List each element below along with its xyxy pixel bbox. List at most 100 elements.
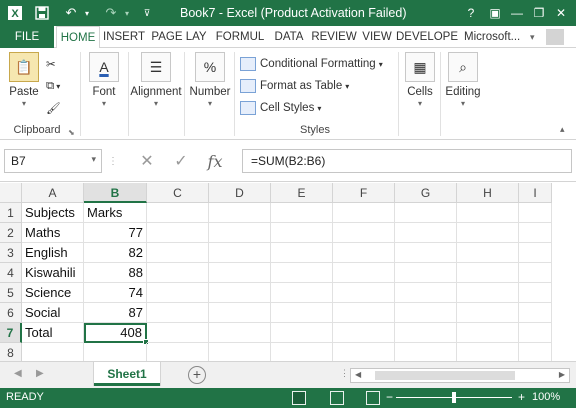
cell-g7[interactable] [395, 323, 457, 343]
cell-g2[interactable] [395, 223, 457, 243]
cell-h2[interactable] [457, 223, 519, 243]
cell-b6[interactable]: 87 [84, 303, 147, 323]
horizontal-scrollbar[interactable]: ◀ ▶ [350, 368, 570, 383]
cell-g1[interactable] [395, 203, 457, 223]
cell-a3[interactable]: English [22, 243, 84, 263]
tab-review[interactable]: REVIEW [310, 26, 358, 48]
cell-c6[interactable] [147, 303, 209, 323]
account-dropdown-icon[interactable]: ▾ [530, 26, 535, 48]
cell-d8[interactable] [209, 343, 271, 361]
page-break-view-icon[interactable] [366, 391, 380, 405]
editing-button[interactable]: ⌕ Editing ▾ [442, 52, 484, 108]
cell-i7[interactable] [519, 323, 552, 343]
cell-b2[interactable]: 77 [84, 223, 147, 243]
cell-d1[interactable] [209, 203, 271, 223]
cell-a7[interactable]: Total [22, 323, 84, 343]
row-header-3[interactable]: 3 [0, 243, 22, 263]
cell-h8[interactable] [457, 343, 519, 361]
cell-c5[interactable] [147, 283, 209, 303]
cell-d3[interactable] [209, 243, 271, 263]
cell-h1[interactable] [457, 203, 519, 223]
tab-data[interactable]: DATA [270, 26, 308, 48]
cell-g6[interactable] [395, 303, 457, 323]
zoom-in-button[interactable]: + [518, 390, 525, 404]
cell-c4[interactable] [147, 263, 209, 283]
row-header-1[interactable]: 1 [0, 203, 22, 223]
cell-b3[interactable]: 82 [84, 243, 147, 263]
cell-a1[interactable]: Subjects [22, 203, 84, 223]
cell-e8[interactable] [271, 343, 333, 361]
name-box[interactable]: B7 ▾ [4, 149, 102, 173]
ribbon-display-icon[interactable]: ▣ [484, 3, 506, 23]
select-all-corner[interactable] [0, 183, 22, 203]
tab-file[interactable]: FILE [0, 26, 54, 48]
tab-insert[interactable]: INSERT [102, 26, 146, 48]
cut-button[interactable]: ✂ [46, 54, 56, 74]
add-sheet-icon[interactable]: + [188, 366, 206, 384]
cell-f2[interactable] [333, 223, 395, 243]
help-button[interactable]: ? [460, 3, 482, 23]
tab-home[interactable]: HOME [56, 26, 100, 49]
collapse-ribbon-icon[interactable]: ▴ [560, 124, 565, 135]
cell-e5[interactable] [271, 283, 333, 303]
sheet-prev-icon[interactable]: ◀ [14, 368, 22, 379]
column-header-h[interactable]: H [457, 183, 519, 203]
tab-formulas[interactable]: FORMUL [212, 26, 268, 48]
tab-developer[interactable]: DEVELOPE [396, 26, 458, 48]
cell-b4[interactable]: 88 [84, 263, 147, 283]
cell-a6[interactable]: Social [22, 303, 84, 323]
cell-i3[interactable] [519, 243, 552, 263]
row-header-4[interactable]: 4 [0, 263, 22, 283]
cell-i1[interactable] [519, 203, 552, 223]
restore-button[interactable]: ❐ [528, 3, 550, 23]
alignment-button[interactable]: ☰ Alignment ▾ [130, 52, 182, 108]
cell-c1[interactable] [147, 203, 209, 223]
tab-view[interactable]: VIEW [360, 26, 394, 48]
column-header-g[interactable]: G [395, 183, 457, 203]
font-button[interactable]: A Font ▾ [84, 52, 124, 108]
paste-button[interactable]: 📋 Paste ▾ [4, 52, 44, 108]
cell-e1[interactable] [271, 203, 333, 223]
zoom-level[interactable]: 100% [532, 391, 560, 403]
column-header-f[interactable]: F [333, 183, 395, 203]
format-as-table-button[interactable]: Format as Table ▾ [240, 76, 349, 96]
cell-f5[interactable] [333, 283, 395, 303]
zoom-slider-knob[interactable] [452, 392, 456, 403]
cell-c2[interactable] [147, 223, 209, 243]
cell-h6[interactable] [457, 303, 519, 323]
cell-a5[interactable]: Science [22, 283, 84, 303]
cell-i5[interactable] [519, 283, 552, 303]
cell-b5[interactable]: 74 [84, 283, 147, 303]
cell-g8[interactable] [395, 343, 457, 361]
cell-i4[interactable] [519, 263, 552, 283]
clipboard-launcher-icon[interactable]: ⬊ [68, 128, 75, 137]
minimize-button[interactable]: — [506, 3, 528, 23]
row-header-6[interactable]: 6 [0, 303, 22, 323]
cell-h4[interactable] [457, 263, 519, 283]
insert-function-icon[interactable]: fx [202, 150, 228, 172]
cell-e2[interactable] [271, 223, 333, 243]
cell-d4[interactable] [209, 263, 271, 283]
cell-g4[interactable] [395, 263, 457, 283]
cell-d2[interactable] [209, 223, 271, 243]
cell-d7[interactable] [209, 323, 271, 343]
redo-icon[interactable]: ↷ [100, 3, 122, 23]
column-header-b[interactable]: B [84, 183, 147, 203]
cell-i6[interactable] [519, 303, 552, 323]
scroll-thumb[interactable] [375, 371, 515, 380]
tab-page-layout[interactable]: PAGE LAY [148, 26, 210, 48]
cancel-icon[interactable]: ✕ [134, 150, 160, 172]
cell-h5[interactable] [457, 283, 519, 303]
column-header-i[interactable]: I [519, 183, 552, 203]
cell-a8[interactable] [22, 343, 84, 361]
row-header-8[interactable]: 8 [0, 343, 22, 361]
cell-b1[interactable]: Marks [84, 203, 147, 223]
cells-button[interactable]: ▦ Cells ▾ [402, 52, 438, 108]
cell-h3[interactable] [457, 243, 519, 263]
cell-i8[interactable] [519, 343, 552, 361]
cell-f7[interactable] [333, 323, 395, 343]
cell-c3[interactable] [147, 243, 209, 263]
cell-g5[interactable] [395, 283, 457, 303]
cell-d6[interactable] [209, 303, 271, 323]
conditional-formatting-button[interactable]: Conditional Formatting ▾ [240, 54, 383, 74]
